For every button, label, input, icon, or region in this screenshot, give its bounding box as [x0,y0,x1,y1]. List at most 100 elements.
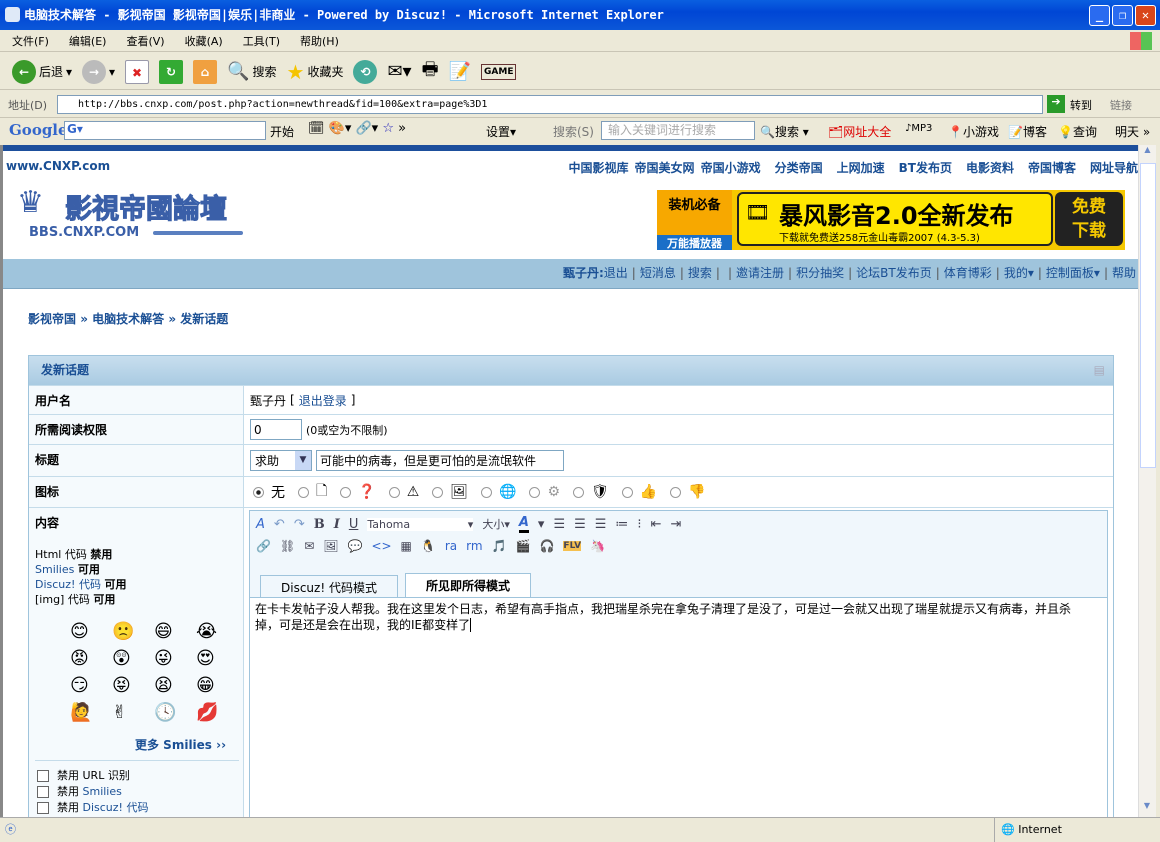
address-input[interactable]: http://bbs.cnxp.com/post.php?action=newt… [57,95,1043,114]
menu-edit[interactable]: 编辑(E) [69,35,107,48]
link-tomorrow[interactable]: 明天 » [1115,123,1150,140]
link-nav[interactable]: 🗂网址大全 [828,123,891,140]
toplink[interactable]: 中国影视库 [569,161,629,175]
magic-icon[interactable]: 🦄 [590,539,605,553]
nav-search[interactable]: 搜索 [688,266,712,280]
subject-input[interactable] [316,450,564,471]
image-icon[interactable]: 🖼 [323,539,338,553]
disable-discuz-code-option[interactable]: 禁用 Discuz! 代码 [37,800,148,816]
align-right-icon[interactable]: ☰ [595,517,607,532]
keyword-search-input[interactable]: 输入关键词进行搜索 [601,121,755,140]
tab-wysiwyg[interactable]: 所见即所得模式 [405,573,532,597]
go-button[interactable]: 转到 [1070,97,1092,113]
print-icon[interactable]: 🖶 [422,57,439,87]
smiley[interactable]: 😫 [154,675,196,696]
favorites-button[interactable]: ★ 收藏夹 [287,60,344,84]
toplink[interactable]: 电影资料 [966,161,1014,175]
keyword-search-button[interactable]: 🔍搜索 ▾ [760,123,809,140]
qq-icon[interactable]: 🐧 [421,539,436,553]
site-url-link[interactable]: www.CNXP.com [6,159,110,173]
link-icon[interactable]: 🔗 [256,539,271,553]
icon-radio[interactable] [621,486,633,498]
unlink-icon[interactable]: ⛓ [280,539,295,553]
flash-icon[interactable]: FLV [563,541,582,551]
back-button[interactable]: ← 后退 ▾ [12,59,72,84]
code-icon[interactable]: <> [371,539,391,553]
toplink[interactable]: 帝国小游戏 [701,161,761,175]
crumb-home[interactable]: 影视帝国 [28,312,76,326]
smiley[interactable]: 😝 [112,675,154,696]
collapse-icon[interactable]: ▤ [1094,356,1105,385]
tab-discuz-code[interactable]: Discuz! 代码模式 [260,575,398,597]
nav-invite[interactable]: 邀请注册 [736,266,784,280]
google-start-button[interactable]: 开始 [270,123,294,140]
toplink[interactable]: 分类帝国 [775,161,823,175]
mp3-icon[interactable]: 🎧 [539,539,554,553]
link-mp3[interactable]: ♪MP3 [905,123,932,134]
clear-format-icon[interactable]: A [256,517,265,532]
toplink[interactable]: 帝国博客 [1028,161,1076,175]
link-query[interactable]: 💡查询 [1058,123,1097,140]
game-icon[interactable]: GAME [481,63,517,80]
outdent-icon[interactable]: ⇤ [651,517,662,532]
toplink[interactable]: 网址导航 [1090,161,1138,175]
crumb-forum[interactable]: 电脑技术解答 [92,312,164,326]
font-select[interactable]: Tahoma ▾ [367,517,474,531]
google-tools-icons[interactable]: 🗓 🎨▾ 🔗▾ ☆ » [308,121,406,136]
align-center-icon[interactable]: ☰ [574,517,586,532]
close-button[interactable]: ✕ [1135,5,1156,26]
smiley[interactable]: 😲 [112,648,154,669]
align-left-icon[interactable]: ☰ [553,517,565,532]
vertical-scrollbar[interactable]: ▲ ▼ [1138,145,1156,817]
icon-radio[interactable] [529,486,541,498]
redo-icon[interactable]: ↷ [294,517,305,532]
icon-radio[interactable] [481,486,493,498]
menu-file[interactable]: 文件(F) [12,35,49,48]
post-content-editor[interactable]: 在卡卡发帖子没人帮我。我在这里发个日志，希望有高手指点，我把瑞星杀完在拿兔子清理… [249,597,1108,817]
wmv-icon[interactable]: 🎬 [516,539,531,553]
more-smilies-link[interactable]: 更多 Smilies ›› [135,736,226,753]
quote-icon[interactable]: 💬 [347,539,362,553]
bold-icon[interactable]: B [314,517,325,532]
icon-radio[interactable] [388,486,400,498]
size-select[interactable]: 大小▾ [482,516,510,532]
smiley[interactable]: 🙋 [70,702,112,723]
search-button[interactable]: 🔍 搜索 [227,61,276,82]
smiley[interactable]: 😭 [196,621,238,642]
toplink[interactable]: BT发布页 [899,161,952,175]
menu-tools[interactable]: 工具(T) [243,35,280,48]
unordered-list-icon[interactable]: ⁝ [637,517,641,532]
smiley[interactable]: 😡 [70,648,112,669]
icon-radio[interactable] [340,486,352,498]
nav-messages[interactable]: 短消息 [640,266,676,280]
nav-sports[interactable]: 体育博彩 [944,266,992,280]
smiley[interactable]: 💋 [196,702,238,723]
stop-icon[interactable]: ✖ [125,59,150,84]
disable-smilies-option[interactable]: 禁用 Smilies [37,784,148,800]
forum-logo[interactable]: ♛ 影視帝國論壇 BBS.CNXP.COM [17,183,247,243]
history-icon[interactable]: ⟲ [353,59,378,84]
smilies-link[interactable]: Smilies [35,563,74,576]
smiley[interactable]: 😄 [154,621,196,642]
links-button[interactable]: 链接 [1110,97,1132,113]
toplink[interactable]: 帝国美女网 [635,161,695,175]
menu-favorites[interactable]: 收藏(A) [185,35,223,48]
link-games[interactable]: 📍小游戏 [948,123,999,140]
menu-view[interactable]: 查看(V) [126,35,164,48]
nav-help[interactable]: 帮助 [1112,266,1136,280]
underline-icon[interactable]: U [349,517,359,532]
table-icon[interactable]: ▦ [401,539,412,553]
italic-icon[interactable]: I [334,517,340,532]
go-arrow-icon[interactable]: ➔ [1047,95,1065,113]
smiley[interactable]: 😊 [70,621,112,642]
icon-radio[interactable] [432,486,444,498]
menu-help[interactable]: 帮助(H) [300,35,339,48]
nav-my-menu[interactable]: 我的▾ [1004,266,1034,280]
smiley[interactable]: 😜 [154,648,196,669]
refresh-icon[interactable]: ↻ [159,59,184,84]
icon-radio[interactable] [298,486,309,498]
icon-radio[interactable] [670,486,682,498]
wma-icon[interactable]: 🎵 [492,539,507,553]
current-user[interactable]: 甄子丹: [563,266,604,280]
discuz-code-link[interactable]: Discuz! 代码 [35,578,101,591]
